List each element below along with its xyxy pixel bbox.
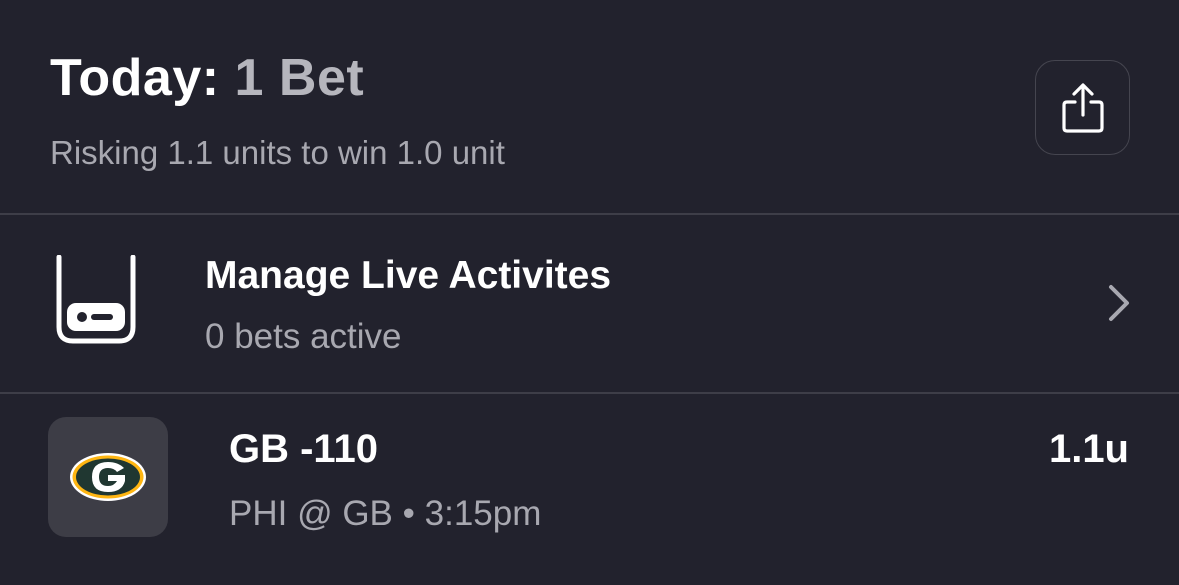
live-activities-count: 0 bets active [205,317,402,356]
bet-separator: • [402,494,415,533]
bet-game-info: PHI @ GB • 3:15pm [229,492,541,536]
title-prefix: Today: [50,49,220,107]
live-activity-phone-icon [56,255,136,344]
bet-time: 3:15pm [424,494,542,533]
risk-summary: Risking 1.1 units to win 1.0 unit [50,134,505,171]
team-logo [48,417,168,537]
chevron-right-icon [1109,285,1129,321]
packers-logo-icon [70,453,146,501]
bet-count: 1 Bet [234,49,365,107]
share-button[interactable] [1035,60,1130,155]
live-activities-title: Manage Live Activites [205,254,612,297]
bet-row[interactable]: GB -110 PHI @ GB • 3:15pm 1.1u [0,395,1179,585]
page-title: Today: 1 Bet [50,48,364,108]
bet-line: GB -110 [229,427,378,471]
bet-units: 1.1u [1048,427,1129,471]
bet-matchup: PHI @ GB [229,494,393,533]
share-icon [1061,82,1104,133]
divider [0,392,1179,394]
manage-live-activities-row[interactable]: Manage Live Activites 0 bets active [0,215,1179,392]
